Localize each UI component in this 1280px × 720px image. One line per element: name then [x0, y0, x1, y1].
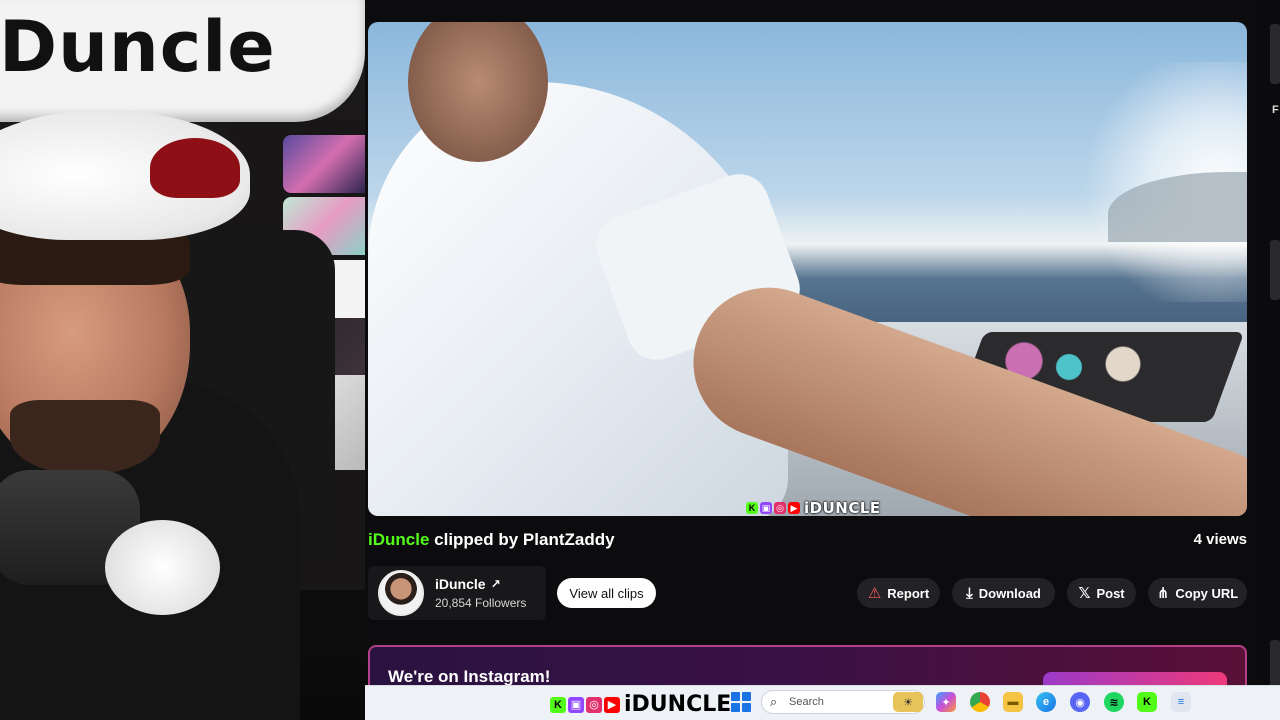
- edge-icon[interactable]: e: [1036, 692, 1056, 712]
- webcam-overlay: iDuncle: [0, 0, 365, 720]
- taskbar-stream-logo: K ▣ ◎ ▶ iDUNCLE: [550, 692, 731, 717]
- x-logo-icon: 𝕏: [1078, 584, 1091, 602]
- right-side-panel: F: [1258, 0, 1280, 720]
- instagram-icon: ◎: [774, 502, 786, 514]
- download-button[interactable]: ⤓ Download: [952, 578, 1055, 608]
- search-icon: ⌕: [770, 694, 778, 709]
- side-panel-item[interactable]: [1270, 24, 1280, 84]
- warning-icon: ⚠: [867, 584, 882, 602]
- kick-icon: K: [746, 502, 758, 514]
- twitch-icon: ▣: [568, 696, 584, 713]
- copilot-icon[interactable]: ✦: [936, 692, 956, 712]
- external-link-icon: ↗: [490, 577, 501, 591]
- twitch-icon: ▣: [760, 502, 772, 514]
- view-count: 4 views: [1193, 531, 1247, 548]
- copy-url-button[interactable]: ⋔ Copy URL: [1148, 578, 1247, 608]
- clip-streamer-link[interactable]: iDuncle: [368, 530, 429, 549]
- video-watermark: K ▣ ◎ ▶ iDUNCLE: [746, 498, 881, 518]
- view-all-clips-button[interactable]: View all clips: [557, 578, 656, 608]
- report-button[interactable]: ⚠ Report: [857, 578, 940, 608]
- santa-hat-top: [150, 138, 240, 198]
- side-panel-label: F: [1272, 104, 1279, 116]
- taskbar-logo-text: iDUNCLE: [624, 692, 732, 717]
- skateboard-decal: iDuncle: [0, 0, 365, 122]
- share-icon: ⋔: [1156, 584, 1170, 602]
- santa-hat-pompom: [105, 520, 220, 615]
- clip-clipped-by: clipped by PlantZaddy: [434, 530, 615, 549]
- spotify-icon[interactable]: ≋: [1104, 692, 1124, 712]
- youtube-icon: ▶: [604, 696, 620, 713]
- chrome-icon[interactable]: [970, 692, 990, 712]
- screen: iDuncle K ▣ ◎ ▶ iDUNCLE iDuncle clipped …: [0, 0, 1280, 720]
- start-icon[interactable]: [731, 692, 751, 712]
- skateboard-logo-text: iDuncle: [0, 6, 276, 88]
- avatar[interactable]: [378, 570, 424, 616]
- post-button[interactable]: 𝕏 Post: [1067, 578, 1136, 608]
- discord-icon[interactable]: ◉: [1070, 692, 1090, 712]
- side-panel-item[interactable]: [1270, 240, 1280, 300]
- kick-app-icon[interactable]: K: [1137, 692, 1157, 712]
- wall-card: [283, 135, 365, 193]
- copy-url-label: Copy URL: [1175, 585, 1239, 601]
- notepad-icon[interactable]: ≡: [1171, 692, 1191, 712]
- report-label: Report: [887, 585, 930, 601]
- download-label: Download: [978, 585, 1041, 601]
- instagram-banner-title: We're on Instagram!: [388, 667, 551, 686]
- youtube-icon: ▶: [788, 502, 800, 514]
- kick-icon: K: [550, 696, 566, 713]
- channel-name[interactable]: iDuncle ↗: [435, 576, 501, 592]
- clip-video-player[interactable]: [368, 22, 1247, 516]
- post-label: Post: [1096, 585, 1125, 601]
- download-icon: ⤓: [966, 584, 973, 602]
- widgets-icon[interactable]: ☀: [893, 692, 923, 712]
- streamer-beard: [10, 400, 160, 475]
- channel-name-label: iDuncle: [435, 576, 486, 592]
- follower-count: 20,854 Followers: [435, 596, 527, 610]
- instagram-icon: ◎: [586, 696, 602, 713]
- search-placeholder: Search: [789, 696, 824, 708]
- clip-title: iDuncle clipped by PlantZaddy: [368, 530, 615, 550]
- file-explorer-icon[interactable]: ▬: [1003, 692, 1023, 712]
- watermark-text: iDUNCLE: [804, 499, 881, 517]
